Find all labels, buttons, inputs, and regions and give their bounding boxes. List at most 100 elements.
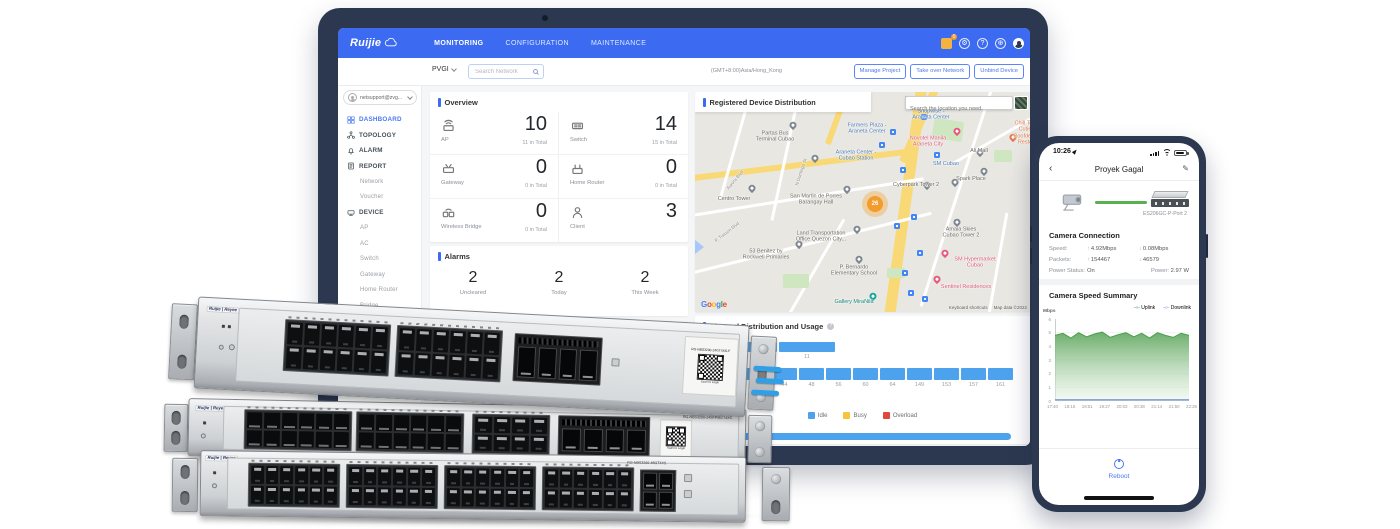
sidebar-item-report[interactable]: REPORT [338, 159, 421, 175]
reboot-button[interactable]: Reboot [1039, 473, 1199, 480]
sfp-port [281, 430, 297, 448]
sidebar-item-dashboard[interactable]: DASHBOARD [338, 112, 421, 128]
sidebar-item-network[interactable]: Network [338, 174, 421, 190]
overview-stat-home-router: Home Router 0 0 in Total [559, 155, 688, 199]
reset-button [211, 483, 218, 489]
sfp-plus-port [658, 472, 674, 490]
power-row: Power Status: On Power: 2.97 W [1049, 268, 1189, 274]
ruijie-logo[interactable]: Ruijie [350, 37, 398, 49]
user-avatar-icon [348, 93, 357, 102]
port-group [282, 319, 392, 377]
channel-segment[interactable]: 60 [853, 368, 878, 388]
sidebar-item-device[interactable]: DEVICE [338, 205, 421, 221]
channel-segment[interactable]: 153 [934, 368, 959, 388]
volume-button [1030, 248, 1032, 264]
channel-segment[interactable]: 157 [961, 368, 986, 388]
settings-gear-icon[interactable]: ⚙ [959, 37, 970, 49]
sfp-port [375, 432, 392, 450]
globe-icon[interactable]: ⊕ [995, 37, 1006, 49]
page-title: Proyek Gagal [1094, 165, 1144, 174]
sfp-port [393, 415, 410, 432]
rj45-port [603, 470, 617, 489]
sidebar-item-ap[interactable]: AP [338, 221, 421, 237]
edit-pencil-icon[interactable]: ✎ [1182, 164, 1189, 173]
project-selector[interactable]: PVGI [432, 65, 457, 73]
sidebar-item-alarm[interactable]: ALARM [338, 143, 421, 159]
alarm-stat-today: 2 Today [516, 268, 602, 296]
sidebar-item-home-router[interactable]: Home Router [338, 283, 421, 299]
switch-icon [571, 119, 584, 132]
y-tick: 0 [1048, 398, 1051, 404]
device-distribution-map[interactable]: MRT Cubao StationFarmers Plaza - Araneta… [695, 92, 1030, 312]
sfp-plus-port [516, 346, 536, 379]
sidebar-item-topology[interactable]: TOPOLOGY [338, 128, 421, 144]
nav-menu-maintenance[interactable]: MAINTENANCE [591, 40, 646, 47]
promotion-icon[interactable]: 0 [941, 33, 957, 49]
channel-label: 149 [914, 382, 925, 388]
device-cluster-marker[interactable]: 26 [867, 196, 883, 212]
rj45-port [287, 322, 304, 345]
channel-segment[interactable]: 56 [826, 368, 851, 388]
rj45-port [544, 469, 558, 488]
sidebar-item-label: AC [360, 240, 369, 247]
unbind-device-button[interactable]: Unbind Device [974, 64, 1024, 79]
model-number: RG-NBS3200-48GT4XS [627, 461, 667, 466]
console-port [683, 490, 692, 499]
keyboard-shortcuts-link[interactable]: Keyboard shortcuts [949, 305, 988, 310]
sfp-plus-port [578, 349, 599, 382]
account-selector[interactable]: netsupport@zvg... [343, 90, 417, 105]
alarm-value: 2 [554, 269, 564, 286]
info-icon[interactable]: ? [827, 322, 835, 330]
sidebar-item-ac[interactable]: AC [338, 236, 421, 252]
rack-ear [168, 303, 198, 381]
sfp-port [445, 434, 461, 451]
home-indicator[interactable] [1084, 496, 1154, 500]
sfp-port [315, 431, 332, 448]
map-pan-arrow[interactable] [695, 240, 704, 254]
sidebar-item-label: Switch [360, 256, 379, 263]
overview-grid: AP 10 11 in Total Switch 14 15 in Total Gatewa… [430, 112, 688, 242]
sidebar-item-switch[interactable]: Switch [338, 252, 421, 268]
y-tick: 1 [1048, 384, 1051, 390]
sidebar-item-voucher[interactable]: Voucher [338, 190, 421, 206]
toolbar-buttons: Manage Project Take over Network Unbind De… [853, 64, 1024, 79]
channel-segment[interactable]: 149 [907, 368, 932, 388]
rj45-port [520, 469, 534, 488]
channel-segment[interactable]: 64 [880, 368, 905, 388]
map-layers-button[interactable] [1014, 96, 1028, 110]
channel-segment[interactable]: 48 [799, 368, 824, 388]
rj45-port [370, 350, 387, 374]
map-label-san-martin-de-porres: San Martin de Porres Barangay Hall [790, 193, 842, 206]
channel-segment[interactable]: 11 [779, 342, 835, 360]
rj45-port [353, 349, 370, 373]
downlink-arrow-icon: ↓ [1139, 257, 1142, 263]
channel-segment[interactable]: 161 [988, 368, 1013, 388]
rj45-port [414, 352, 431, 376]
rj45-port [324, 466, 338, 485]
nav-menu-configuration[interactable]: CONFIGURATION [506, 40, 569, 47]
sidebar-items: DASHBOARD TOPOLOGY ALARM REPORT Network Vouch… [338, 112, 421, 329]
power-reboot-icon[interactable] [1114, 459, 1124, 469]
map-search [905, 96, 1020, 115]
rj45-port [337, 324, 355, 348]
channel-label: 157 [968, 382, 979, 388]
take-over-network-button[interactable]: Take over Network [910, 64, 971, 79]
sidebar-item-gateway[interactable]: Gateway [338, 267, 421, 283]
rj45-port [422, 467, 436, 486]
map-search-input[interactable] [906, 103, 1020, 115]
rj45-port [461, 468, 475, 487]
sfp-plus-port [642, 491, 657, 509]
section-title: Camera Speed Summary [1049, 291, 1138, 300]
section-title: Camera Connection [1049, 231, 1120, 240]
rj45-port [349, 466, 362, 486]
rj45-port [309, 486, 323, 505]
search-network-input[interactable] [473, 67, 533, 76]
y-tick: 5 [1048, 330, 1051, 336]
x-tick: 18:51 [1081, 404, 1093, 409]
cloud-icon [385, 38, 397, 47]
toolbar: PVGI (GMT+8:00)Asia/Hong_Kong Manage Pro… [338, 58, 1030, 86]
help-icon[interactable]: ? [977, 37, 988, 49]
manage-project-button[interactable]: Manage Project [853, 64, 907, 79]
nav-menu-monitoring[interactable]: MONITORING [434, 40, 483, 47]
user-avatar-icon[interactable] [1013, 37, 1024, 49]
